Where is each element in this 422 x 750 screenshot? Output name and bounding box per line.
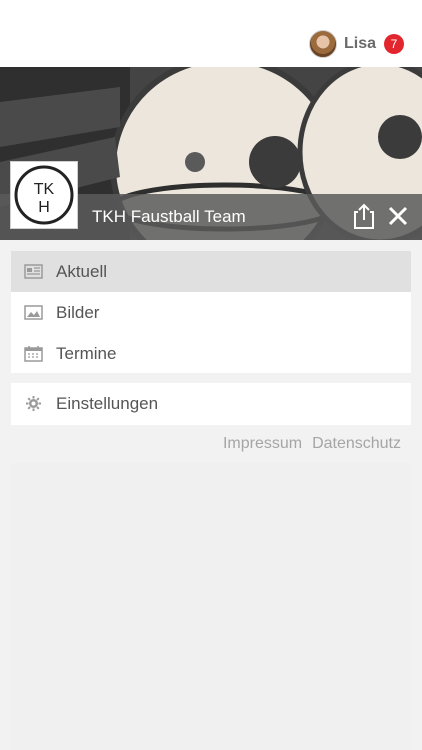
svg-text:TK: TK [34, 181, 55, 198]
image-icon [24, 305, 43, 320]
content-area [11, 463, 411, 750]
newspaper-icon [24, 264, 43, 279]
menu-item-label: Termine [56, 343, 117, 363]
menu-item-label: Einstellungen [56, 393, 159, 413]
main-menu: Aktuell Bilder Termine [11, 251, 411, 373]
menu-item-aktuell[interactable]: Aktuell [11, 251, 411, 292]
team-header: TKH Faustball Team TK H [0, 67, 422, 240]
menu-item-termine[interactable]: Termine [11, 333, 411, 374]
user-name[interactable]: Lisa [344, 35, 376, 53]
menu-item-einstellungen[interactable]: Einstellungen [11, 383, 411, 424]
share-icon[interactable] [350, 202, 378, 230]
svg-text:H: H [38, 199, 50, 216]
settings-menu: Einstellungen [11, 383, 411, 425]
menu-item-label: Aktuell [56, 261, 108, 281]
user-profile[interactable]: Lisa 7 [308, 29, 404, 59]
top-bar: Lisa 7 [0, 0, 422, 67]
gear-icon [26, 396, 41, 411]
menu-item-bilder[interactable]: Bilder [11, 292, 411, 333]
team-name: TKH Faustball Team [92, 207, 246, 226]
datenschutz-link[interactable]: Datenschutz [312, 435, 401, 453]
footer-links: Impressum Datenschutz [223, 435, 401, 453]
calendar-icon [24, 346, 43, 362]
menu-item-label: Bilder [56, 302, 100, 322]
impressum-link[interactable]: Impressum [223, 435, 302, 453]
team-logo: TK H [10, 161, 78, 229]
avatar[interactable] [308, 30, 337, 58]
notification-badge[interactable]: 7 [384, 34, 404, 54]
close-icon[interactable] [384, 202, 412, 230]
